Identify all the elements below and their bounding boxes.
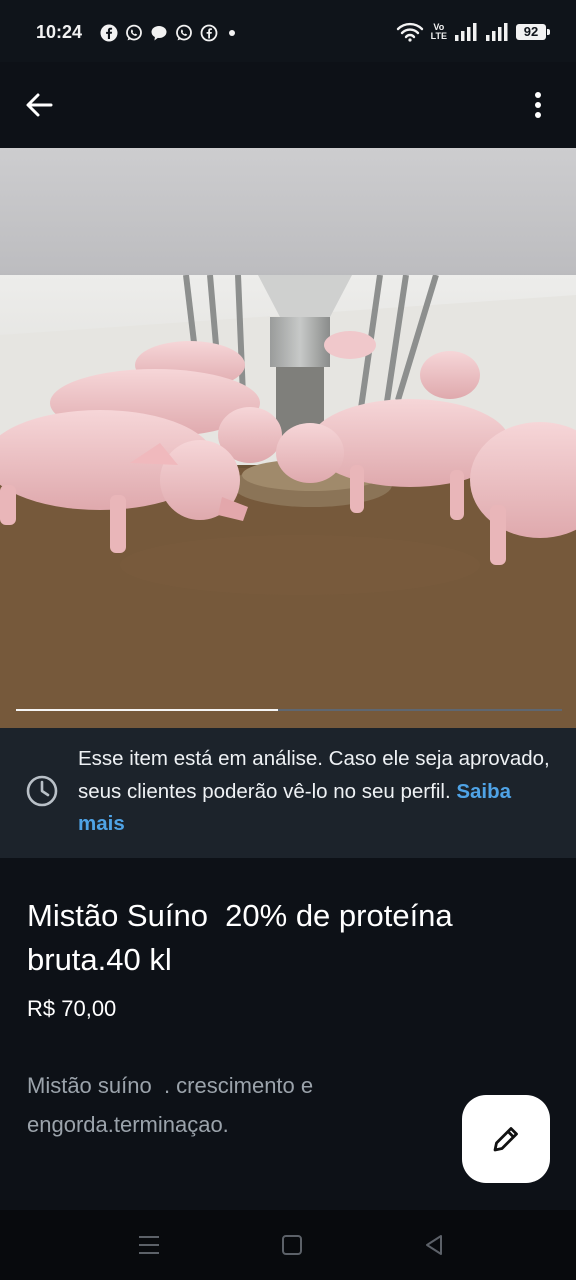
square-icon[interactable] [277,1230,307,1260]
pencil-icon [493,1127,518,1152]
listing-title: Mistão Suíno 20% de proteína bruta.40 kl [27,898,462,977]
status-bar: 10:24 Vo LTE 92 [0,0,576,62]
signal-icon [455,23,477,41]
whatsapp-icon [176,24,192,41]
review-message: Esse item está em análise. Caso ele seja… [78,743,556,841]
notification-icons [100,24,235,42]
volte-indicator: Vo LTE [430,22,447,41]
triangle-back-icon[interactable] [419,1230,449,1260]
listing-price: R$ 70,00 [27,996,117,1021]
listing-description: Mistão suíno . crescimento e engorda.ter… [27,1073,320,1137]
clock-icon [26,775,58,807]
facebook-messenger-icon [200,24,218,42]
more-vert-icon[interactable] [518,86,556,124]
battery-indicator: 92 [516,24,550,40]
menu-lines-icon[interactable] [134,1230,164,1260]
wifi-icon [396,22,423,42]
facebook-icon [100,24,118,42]
signal-icon [486,23,508,41]
whatsapp-icon [126,24,142,41]
status-time: 10:24 [36,22,83,42]
arrow-left-icon[interactable] [20,86,58,124]
system-navigation-bar [0,1210,576,1280]
status-indicators: Vo LTE 92 [396,22,550,42]
listing-photo [0,275,576,728]
listing-photo-carousel[interactable] [0,148,576,728]
edit-listing-button[interactable] [462,1095,550,1183]
pigs-feeder-image [0,275,576,728]
app-bar [0,62,576,148]
chat-bubble-icon [151,26,167,41]
media-progress-fill [16,709,279,711]
media-progress-bar [16,709,562,711]
more-notifications-dot [229,30,235,36]
